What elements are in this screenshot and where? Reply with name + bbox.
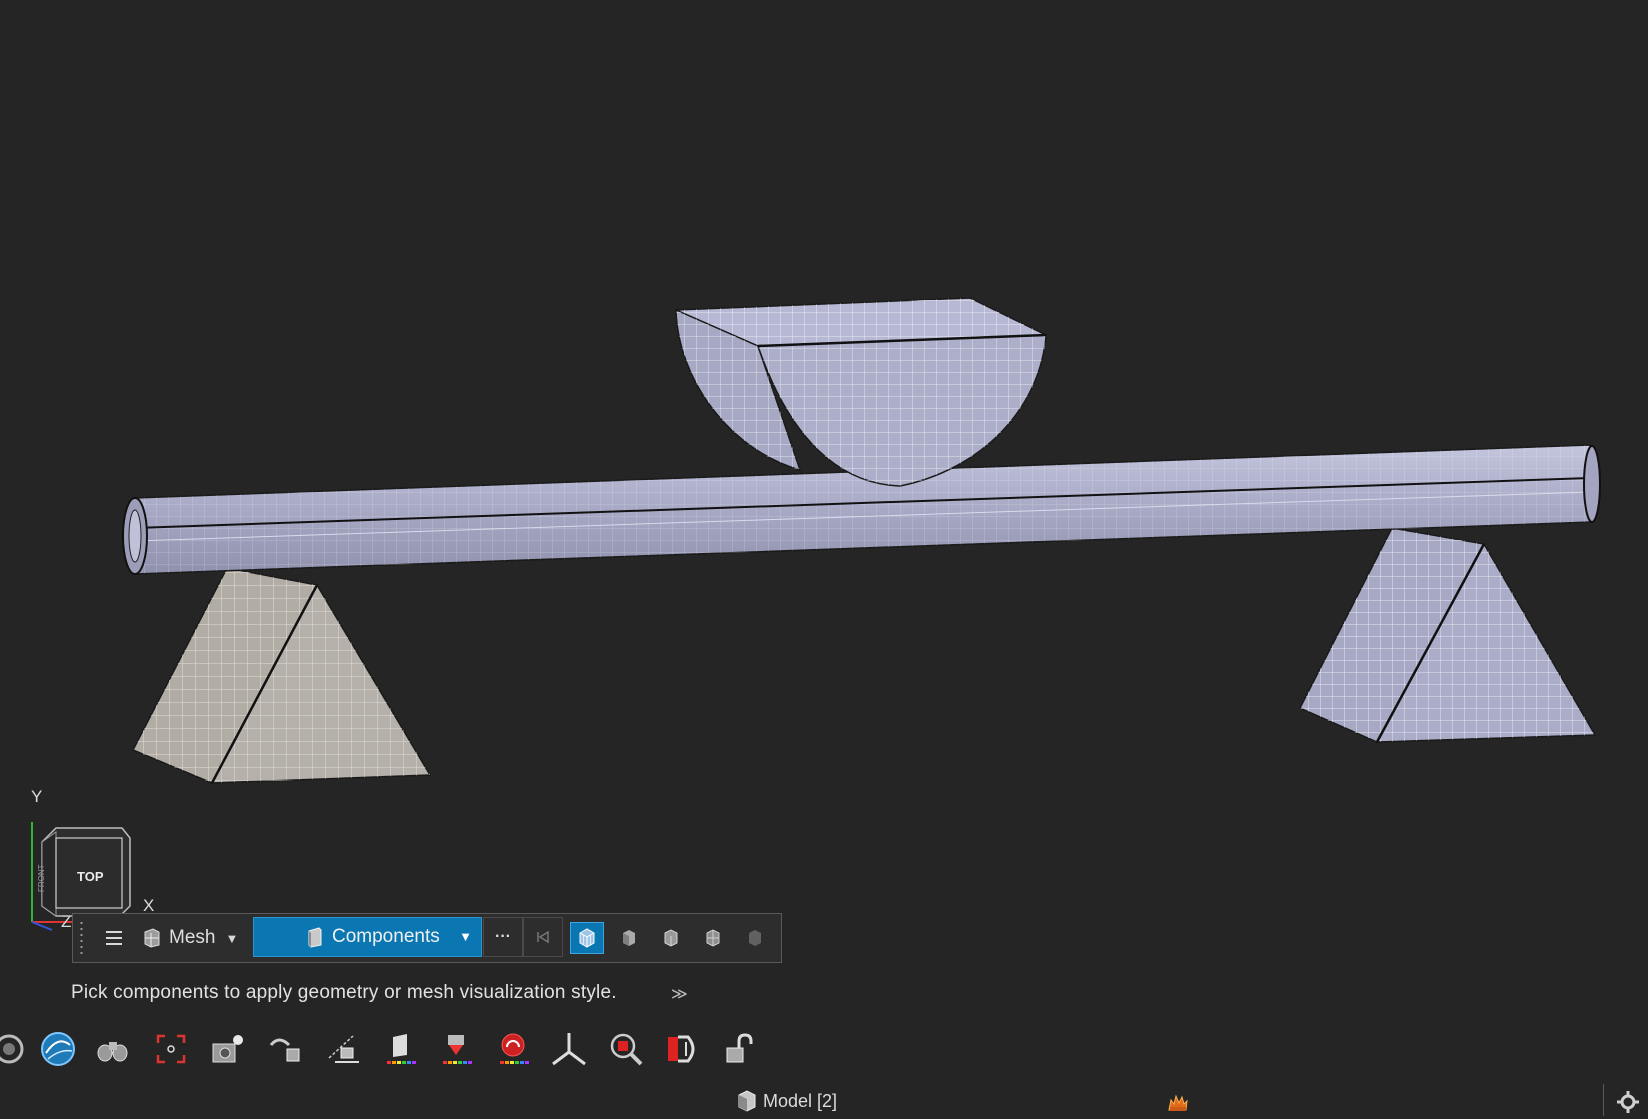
flame-icon[interactable] xyxy=(1166,1090,1190,1119)
shaded-edges-style-button[interactable] xyxy=(654,922,688,954)
rotate-icon xyxy=(0,1034,24,1064)
left-support-part[interactable] xyxy=(131,567,432,784)
skip-back-icon xyxy=(537,930,549,944)
component-icon xyxy=(308,927,322,948)
isolate-tool[interactable] xyxy=(263,1025,309,1073)
zoom-box-icon xyxy=(610,1033,643,1066)
mode-dropdown-label: Mesh xyxy=(169,927,216,948)
expand-icon[interactable]: ≫ xyxy=(671,984,688,1004)
isolate-icon xyxy=(269,1038,300,1062)
punch-part[interactable] xyxy=(675,297,1047,487)
transparent-style-button[interactable] xyxy=(738,922,772,954)
transparent-style-icon xyxy=(749,930,761,946)
zoom-box-tool[interactable] xyxy=(603,1025,649,1073)
view-cube-top-face[interactable]: TOP xyxy=(77,869,104,884)
model-tab-label: Model [2] xyxy=(763,1090,838,1111)
mode-dropdown[interactable]: Mesh ▼ xyxy=(143,922,243,954)
mesh-mode-icon xyxy=(144,928,160,948)
model-cube-icon xyxy=(738,1090,756,1112)
more-options-label: ··· xyxy=(495,928,511,945)
view-cube-front-face: FRONT xyxy=(37,864,46,892)
visualization-tool[interactable] xyxy=(35,1025,81,1073)
rotate-tool[interactable] xyxy=(0,1025,32,1073)
plot-tool[interactable] xyxy=(660,1025,706,1073)
find-tool[interactable] xyxy=(90,1025,136,1073)
reset-selection-button[interactable] xyxy=(523,917,563,957)
mesh-lines-style-icon xyxy=(706,929,720,947)
chevron-down-icon: ▼ xyxy=(225,930,239,946)
visualization-globe-icon xyxy=(41,1032,75,1066)
entity-selector-dropdown[interactable]: Components ▼ xyxy=(253,917,482,957)
fit-view-tool[interactable] xyxy=(148,1025,194,1073)
snapshot-tool[interactable] xyxy=(205,1025,251,1073)
legend-tool[interactable] xyxy=(490,1025,536,1073)
status-message: Pick components to apply geometry or mes… xyxy=(71,982,617,1003)
contour-tool[interactable] xyxy=(377,1025,423,1073)
view-toolbar xyxy=(0,1025,760,1073)
more-options-button[interactable]: ··· xyxy=(483,917,523,957)
plot-icon xyxy=(668,1035,695,1063)
triad-tool[interactable] xyxy=(546,1025,592,1073)
status-divider xyxy=(1603,1084,1604,1116)
triad-icon xyxy=(552,1033,586,1066)
entity-selector-label: Components xyxy=(332,926,440,947)
guide-bar-grip[interactable] xyxy=(80,920,83,958)
mesh-lines-style-button[interactable] xyxy=(696,922,730,954)
shaded-edges-style-icon xyxy=(664,929,678,947)
legend-icon xyxy=(500,1033,529,1064)
axis-y-label: Y xyxy=(31,787,43,806)
fit-view-icon xyxy=(156,1034,186,1064)
section-cut-tool[interactable] xyxy=(320,1025,366,1073)
model-tab[interactable]: Model [2] xyxy=(737,1088,837,1114)
camera-icon xyxy=(212,1035,243,1063)
shaded-style-icon xyxy=(623,930,635,946)
unlock-icon xyxy=(726,1033,753,1063)
section-cut-icon xyxy=(328,1035,359,1063)
gear-icon[interactable] xyxy=(1616,1090,1640,1119)
lock-tool[interactable] xyxy=(716,1025,762,1073)
mesh-wireframe-style-icon xyxy=(579,928,595,948)
contour-icon xyxy=(387,1034,416,1064)
deformation-tool[interactable] xyxy=(433,1025,479,1073)
binoculars-icon xyxy=(97,1042,128,1062)
right-support-part[interactable] xyxy=(1298,527,1597,743)
bottom-status-bar: Model [2] xyxy=(0,1084,1648,1119)
deformation-icon xyxy=(443,1035,472,1064)
guide-bar: Mesh ▼ Components ▼ ··· xyxy=(72,913,782,963)
shaded-style-button[interactable] xyxy=(612,922,646,954)
chevron-down-icon: ▼ xyxy=(459,929,472,944)
mesh-wireframe-style-button[interactable] xyxy=(570,922,604,954)
hamburger-icon[interactable] xyxy=(103,927,125,949)
